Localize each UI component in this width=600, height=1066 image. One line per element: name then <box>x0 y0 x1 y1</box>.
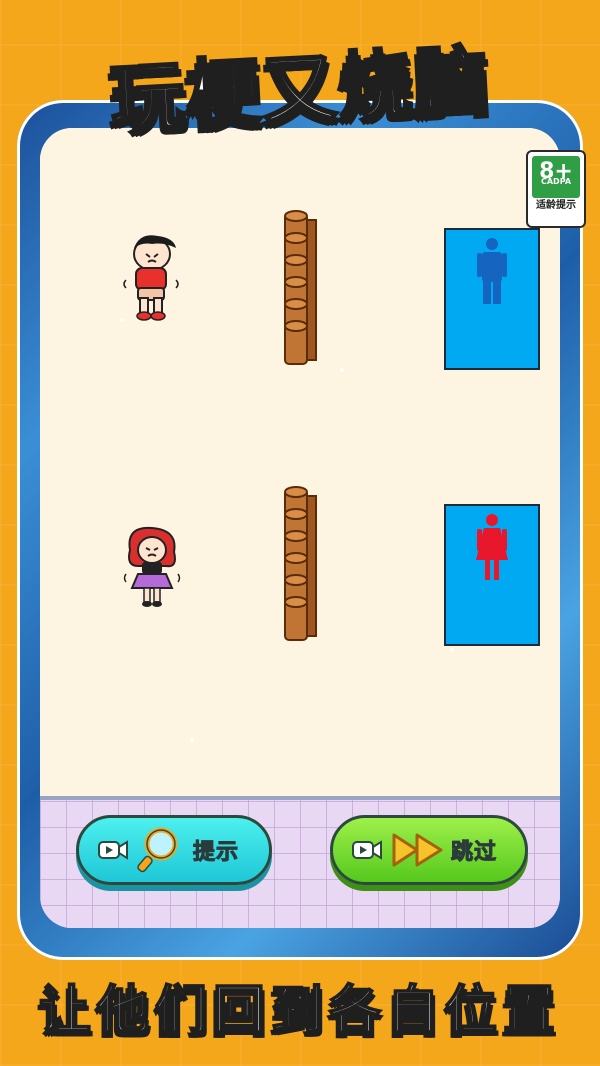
fast-forward-icon <box>392 833 443 867</box>
magnifier-icon <box>137 827 178 873</box>
skip-button[interactable]: 跳过 <box>330 815 528 885</box>
male-restroom[interactable] <box>444 228 540 370</box>
hint-button-label: 提示 <box>192 840 240 866</box>
male-person-icon <box>477 238 507 304</box>
video-camera-icon <box>352 840 382 860</box>
instruction-slogan: 让他们回到各自位置 <box>38 980 561 1042</box>
age-rating-org: CADPA <box>540 177 572 186</box>
boy-character[interactable] <box>112 232 184 324</box>
female-person-icon <box>476 514 508 580</box>
age-rating-box: 8+ CADPA <box>532 156 580 198</box>
wooden-fence-bottom[interactable] <box>282 484 320 644</box>
age-rating-badge: 8+ CADPA 适龄提示 <box>526 150 586 228</box>
female-restroom[interactable] <box>444 504 540 646</box>
age-rating-label: 适龄提示 <box>536 200 576 211</box>
sparkle <box>340 368 344 372</box>
skip-button-label: 跳过 <box>450 840 498 866</box>
play-area <box>40 128 560 796</box>
girl-character[interactable] <box>120 526 184 610</box>
video-camera-icon <box>98 840 128 860</box>
wooden-fence-top[interactable] <box>282 208 320 368</box>
sparkle <box>190 738 194 742</box>
sparkle <box>450 648 454 652</box>
game-panel <box>40 128 560 928</box>
hint-button[interactable]: 提示 <box>76 815 272 885</box>
